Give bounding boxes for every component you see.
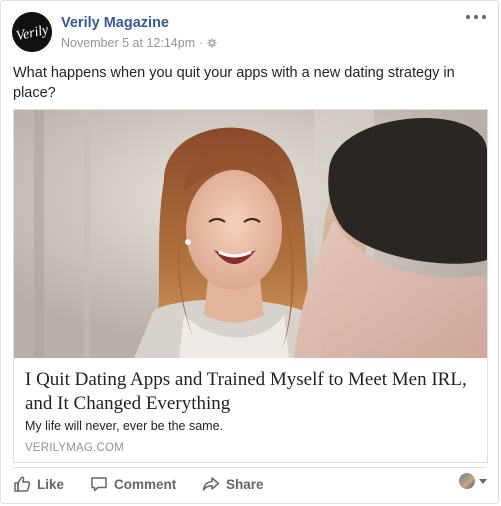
page-avatar[interactable]: Verily [12,12,52,52]
like-button[interactable]: Like [13,471,64,497]
settings-gear-icon[interactable] [207,38,217,48]
link-preview-image[interactable] [14,110,487,358]
link-title[interactable]: I Quit Dating Apps and Trained Myself to… [25,368,475,416]
photo-illustration [14,110,487,358]
thumbs-up-icon [14,476,31,492]
post-timestamp[interactable]: November 5 at 12:14pm [61,36,195,50]
reaction-as-selector[interactable] [459,473,487,489]
post-text: What happens when you quit your apps wit… [13,65,455,101]
chevron-down-icon [479,478,487,484]
link-preview-card[interactable]: I Quit Dating Apps and Trained Myself to… [13,109,488,463]
page-name-link[interactable]: Verily Magazine [61,15,169,31]
meta-separator: · [199,36,204,50]
post-meta: November 5 at 12:14pm · [61,36,217,50]
verily-logo-icon: Verily [12,12,52,52]
link-domain: VERILYMAG.COM [25,442,124,454]
link-description: My life will never, ever be the same. [25,419,223,433]
actions-divider [13,467,486,468]
page-mini-avatar [459,473,475,489]
comment-label: Comment [114,476,177,492]
comment-button[interactable]: Comment [90,471,176,497]
speech-bubble-icon [91,477,107,492]
share-arrow-icon [202,477,220,491]
share-button[interactable]: Share [202,471,264,497]
like-label: Like [37,476,65,492]
post-card: Verily Verily Magazine November 5 at 12:… [0,0,499,504]
more-options-icon[interactable] [466,11,486,23]
post-actions-bar: Like Comment Share [13,471,487,497]
share-label: Share [226,476,264,492]
